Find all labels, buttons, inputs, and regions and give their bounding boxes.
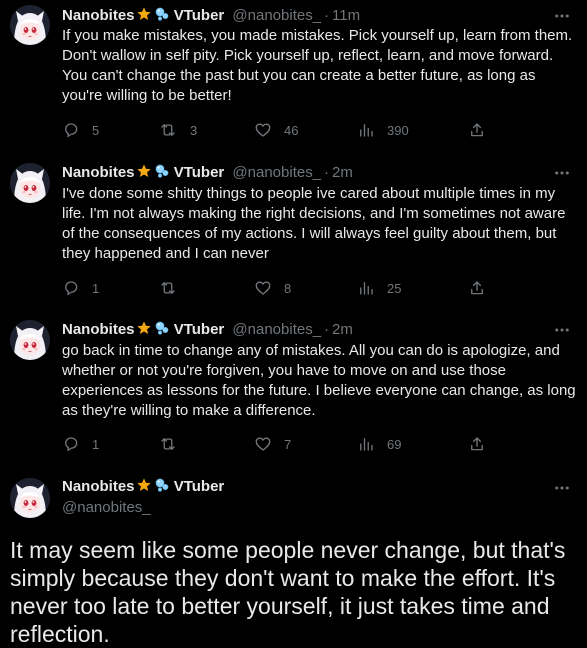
retweet-icon bbox=[158, 121, 178, 139]
views-button[interactable]: 390 bbox=[357, 120, 409, 140]
separator: · bbox=[324, 164, 330, 181]
display-name[interactable]: Nanobites bbox=[62, 478, 135, 495]
reply-button[interactable]: 1 bbox=[62, 278, 99, 298]
retweet-button[interactable]: 3 bbox=[158, 120, 197, 140]
bubbles-emoji bbox=[154, 477, 170, 493]
star-emoji bbox=[136, 320, 152, 336]
handle[interactable]: @nanobites_ bbox=[62, 498, 151, 518]
like-button[interactable]: 46 bbox=[254, 120, 298, 140]
tweet-actions: 1 7 69 bbox=[62, 434, 502, 454]
share-button[interactable] bbox=[468, 120, 486, 140]
reply-count: 1 bbox=[92, 280, 100, 296]
views-button[interactable]: 25 bbox=[357, 278, 401, 298]
separator: · bbox=[324, 7, 330, 24]
name-suffix[interactable]: VTuber bbox=[174, 478, 225, 495]
views-count: 69 bbox=[387, 436, 402, 452]
retweet-button[interactable] bbox=[158, 278, 190, 298]
views-count: 25 bbox=[387, 280, 402, 296]
like-count: 7 bbox=[284, 436, 292, 452]
tweet-actions: 5 3 46 390 bbox=[62, 120, 502, 140]
avatar[interactable] bbox=[10, 5, 50, 45]
retweet-count: 3 bbox=[190, 122, 198, 138]
heart-icon bbox=[254, 121, 272, 139]
heart-icon bbox=[254, 279, 272, 297]
share-icon bbox=[468, 279, 486, 297]
share-button[interactable] bbox=[468, 434, 486, 454]
display-name[interactable]: Nanobites bbox=[62, 321, 135, 338]
handle[interactable]: @nanobites_ bbox=[232, 7, 321, 24]
reply-count: 1 bbox=[92, 436, 100, 452]
avatar[interactable] bbox=[10, 320, 50, 360]
handle[interactable]: @nanobites_ bbox=[232, 321, 321, 338]
more-icon[interactable] bbox=[553, 164, 571, 182]
share-icon bbox=[468, 435, 486, 453]
views-count: 390 bbox=[387, 122, 409, 138]
retweet-icon bbox=[158, 279, 178, 297]
reply-button[interactable]: 5 bbox=[62, 120, 99, 140]
name-suffix[interactable]: VTuber bbox=[174, 164, 225, 181]
share-icon bbox=[468, 121, 486, 139]
like-count: 8 bbox=[284, 280, 292, 296]
more-icon[interactable] bbox=[553, 321, 571, 339]
reply-icon bbox=[62, 279, 80, 297]
timestamp[interactable]: 11m bbox=[332, 7, 360, 24]
retweet-button[interactable] bbox=[158, 434, 190, 454]
handle[interactable]: @nanobites_ bbox=[232, 164, 321, 181]
avatar[interactable] bbox=[10, 163, 50, 203]
bubbles-emoji bbox=[154, 163, 170, 179]
name-suffix[interactable]: VTuber bbox=[174, 321, 225, 338]
bubbles-emoji bbox=[154, 320, 170, 336]
views-icon bbox=[357, 279, 375, 297]
tweet-actions: 1 8 25 bbox=[62, 278, 502, 298]
share-button[interactable] bbox=[468, 278, 486, 298]
display-name[interactable]: Nanobites bbox=[62, 164, 135, 181]
reply-button[interactable]: 1 bbox=[62, 434, 99, 454]
heart-icon bbox=[254, 435, 272, 453]
reply-icon bbox=[62, 435, 80, 453]
views-icon bbox=[357, 121, 375, 139]
tweet-text: I've done some shitty things to people i… bbox=[62, 185, 566, 262]
star-emoji bbox=[136, 477, 152, 493]
bubbles-emoji bbox=[154, 6, 170, 22]
like-count: 46 bbox=[284, 122, 299, 138]
tweet-header: Nanobites VTuber @nanobites_ · 11m bbox=[62, 6, 360, 26]
reply-count: 5 bbox=[92, 122, 100, 138]
views-icon bbox=[357, 435, 375, 453]
tweet-text: If you make mistakes, you made mistakes.… bbox=[62, 27, 573, 104]
reply-icon bbox=[62, 121, 80, 139]
timestamp[interactable]: 2m bbox=[332, 321, 353, 338]
star-emoji bbox=[136, 6, 152, 22]
views-button[interactable]: 69 bbox=[357, 434, 401, 454]
separator: · bbox=[324, 321, 330, 338]
focused-tweet-text: It may seem like some people never chang… bbox=[10, 537, 566, 647]
more-icon[interactable] bbox=[553, 479, 571, 497]
tweet-header: Nanobites VTuber bbox=[62, 477, 224, 497]
avatar[interactable] bbox=[10, 478, 50, 518]
retweet-icon bbox=[158, 435, 178, 453]
tweet-header: Nanobites VTuber @nanobites_ · 2m bbox=[62, 163, 353, 183]
timestamp[interactable]: 2m bbox=[332, 164, 353, 181]
tweet-text: go back in time to change any of mistake… bbox=[62, 342, 576, 419]
tweet-header: Nanobites VTuber @nanobites_ · 2m bbox=[62, 320, 353, 340]
display-name[interactable]: Nanobites bbox=[62, 7, 135, 24]
like-button[interactable]: 7 bbox=[254, 434, 291, 454]
more-icon[interactable] bbox=[553, 7, 571, 25]
name-suffix[interactable]: VTuber bbox=[174, 7, 225, 24]
star-emoji bbox=[136, 163, 152, 179]
like-button[interactable]: 8 bbox=[254, 278, 291, 298]
